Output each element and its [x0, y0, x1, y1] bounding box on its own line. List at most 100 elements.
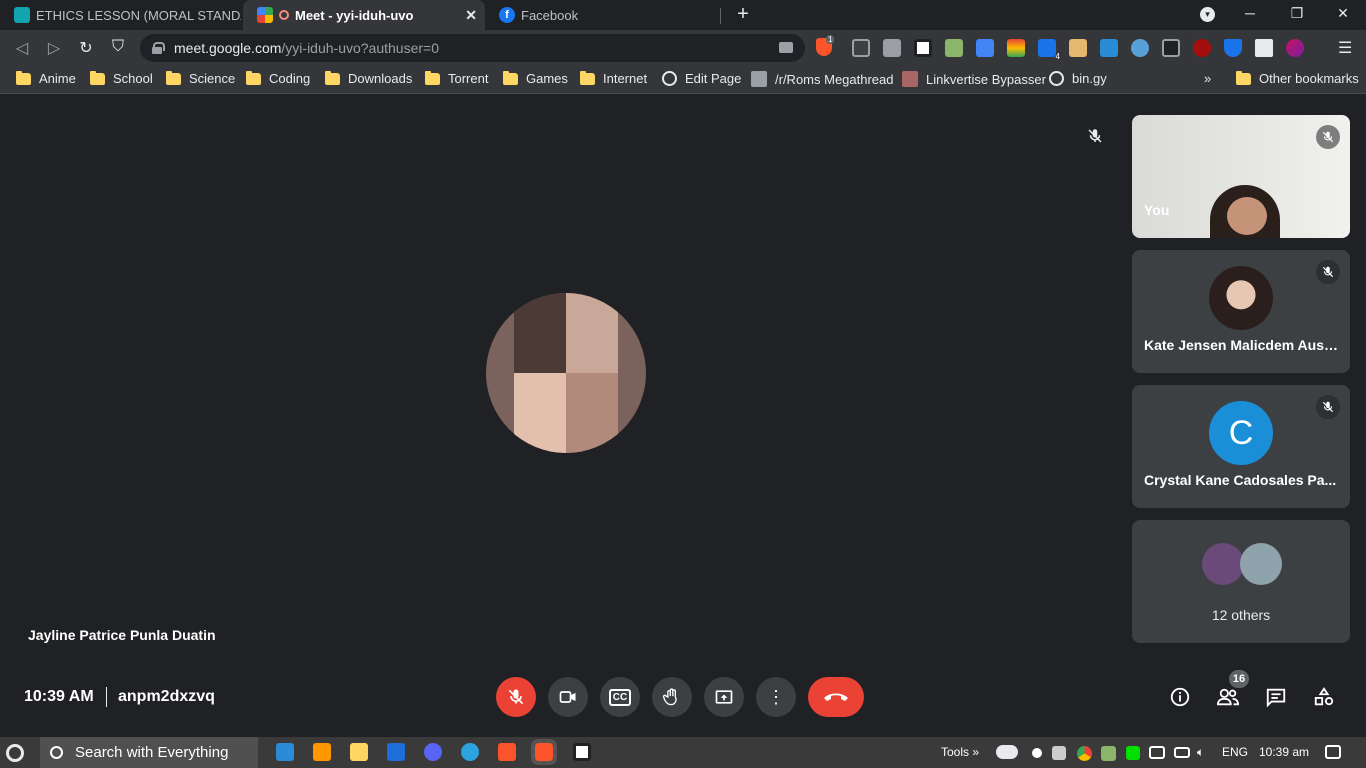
notifications-icon[interactable] [1325, 745, 1341, 759]
meeting-code: anpm2dxzvq [118, 688, 215, 705]
notion-icon[interactable] [573, 743, 591, 761]
taskbar-clock[interactable]: 10:39 am [1259, 745, 1309, 759]
extension-icon[interactable] [945, 39, 963, 57]
search-placeholder: Search with Everything [75, 744, 229, 761]
url-text: meet.google.com/yyi-iduh-uvo?authuser=0 [174, 40, 440, 56]
more-options-button[interactable]: ⋮ [756, 677, 796, 717]
bookmark-roms-megathread[interactable]: /r/Roms Megathread [751, 71, 894, 87]
folder-icon [166, 70, 181, 85]
menu-icon[interactable]: ☰ [1338, 38, 1352, 58]
avatar-photo [514, 373, 566, 453]
vscode-icon[interactable] [276, 743, 294, 761]
telegram-icon[interactable] [461, 743, 479, 761]
tab-search-icon[interactable]: ▾ [1200, 7, 1215, 22]
bookmark-bin-gy[interactable]: bin.gy [1049, 71, 1107, 86]
cloud-icon[interactable] [996, 745, 1018, 759]
screenshot-icon[interactable] [883, 39, 901, 57]
bookmark-coding[interactable]: Coding [246, 70, 310, 86]
translate-icon[interactable] [976, 39, 994, 57]
mic-off-icon [508, 689, 524, 705]
tab-title: ETHICS LESSON (MORAL STANDARD/M [36, 7, 241, 23]
language-indicator[interactable]: ENG [1222, 745, 1248, 759]
close-window-button[interactable]: ✕ [1333, 5, 1353, 22]
activities-button[interactable] [1310, 683, 1338, 711]
profile-avatar[interactable] [1286, 39, 1304, 57]
chat-button[interactable] [1262, 683, 1290, 711]
main-speaker-avatar [486, 293, 646, 453]
bookmark-science[interactable]: Science [166, 70, 235, 86]
bookmark-games[interactable]: Games [503, 70, 568, 86]
ublock-icon[interactable] [1193, 39, 1211, 57]
bookmark-torrent[interactable]: Torrent [425, 70, 488, 86]
bookmark-anime[interactable]: Anime [16, 70, 76, 86]
notion-icon[interactable] [914, 39, 932, 57]
brave-active-icon[interactable] [531, 739, 557, 765]
tray-icon[interactable] [1126, 746, 1140, 760]
tab-ethics-lesson[interactable]: ETHICS LESSON (MORAL STANDARD/M [0, 0, 243, 30]
discord-icon[interactable] [424, 743, 442, 761]
taskbar-search[interactable]: Search with Everything [40, 737, 258, 768]
minimize-button[interactable]: ─ [1240, 5, 1260, 21]
restore-button[interactable]: ❐ [1287, 5, 1307, 22]
battery-icon[interactable] [1174, 747, 1190, 758]
tab-meet[interactable]: Meet - yyi-iduh-uvo ✕ [243, 0, 485, 30]
captions-button[interactable]: CC [600, 677, 640, 717]
app-icon[interactable] [387, 743, 405, 761]
extension-icon[interactable] [1131, 39, 1149, 57]
bookmarks-overflow-button[interactable]: » [1204, 71, 1211, 86]
present-button[interactable] [704, 677, 744, 717]
participant-tile-self[interactable]: You [1132, 115, 1350, 238]
others-count: 12 others [1211, 607, 1271, 623]
new-tab-button[interactable]: + [733, 3, 753, 26]
brave-shields-icon[interactable]: 1 [816, 35, 835, 56]
camera-permission-icon[interactable] [779, 42, 793, 53]
tray-icon[interactable] [1032, 748, 1042, 758]
bookmark-school[interactable]: School [90, 70, 153, 86]
tools-toolbar[interactable]: Tools » [941, 745, 979, 759]
participant-avatar [1240, 543, 1282, 585]
address-bar[interactable]: meet.google.com/yyi-iduh-uvo?authuser=0 [140, 34, 805, 62]
bookmark-edit-page[interactable]: Edit Page [662, 71, 741, 86]
start-icon[interactable] [6, 744, 24, 762]
network-icon[interactable] [1149, 746, 1165, 759]
participant-tile-crystal[interactable]: C Crystal Kane Cadosales Pa... [1132, 385, 1350, 508]
bookmark-downloads[interactable]: Downloads [325, 70, 412, 86]
bookmark-internet[interactable]: Internet [580, 70, 647, 86]
other-bookmarks[interactable]: Other bookmarks [1236, 70, 1359, 86]
back-icon[interactable]: ◁ [12, 38, 32, 58]
reload-icon[interactable]: ↻ [76, 38, 96, 58]
bitwarden-icon[interactable]: 4 [1038, 39, 1060, 61]
participant-tile-kate[interactable]: Kate Jensen Malicdem Aust... [1132, 250, 1350, 373]
tray-icon[interactable] [1101, 746, 1116, 761]
participant-tile-others[interactable]: 12 others [1132, 520, 1350, 643]
meeting-details-button[interactable] [1166, 683, 1194, 711]
end-call-button[interactable] [808, 677, 864, 717]
pen-icon[interactable] [1052, 746, 1066, 760]
close-tab-icon[interactable]: ✕ [465, 7, 477, 24]
activities-icon [1314, 687, 1334, 706]
tab-title: Facebook [521, 7, 579, 23]
sublime-icon[interactable] [313, 743, 331, 761]
folder-icon [1236, 70, 1251, 85]
present-icon [715, 690, 733, 704]
extension-icon[interactable] [1162, 39, 1180, 57]
extension-icon[interactable] [1007, 39, 1025, 57]
raise-hand-button[interactable] [652, 677, 692, 717]
camera-toggle-button[interactable] [548, 677, 588, 717]
forward-icon[interactable]: ▷ [44, 38, 64, 58]
bookmark-icon[interactable]: ⛉ [108, 38, 128, 56]
brave-icon[interactable] [498, 743, 516, 761]
tab-facebook[interactable]: f Facebook [485, 0, 720, 30]
volume-icon[interactable]: 🔈︎ [1197, 745, 1204, 760]
chrome-icon[interactable] [1077, 746, 1092, 761]
extension-icon[interactable] [1100, 39, 1118, 57]
file-explorer-icon[interactable] [350, 743, 368, 761]
extension-icon[interactable] [1069, 39, 1087, 57]
tab-divider [720, 8, 721, 24]
participant-name: Kate Jensen Malicdem Aust... [1144, 337, 1339, 353]
extension-icon[interactable] [852, 39, 870, 57]
puzzle-icon[interactable] [1255, 39, 1273, 57]
bookmark-linkvertise-bypasser[interactable]: Linkvertise Bypasser [902, 71, 1046, 87]
shield-icon[interactable] [1224, 39, 1242, 57]
mic-toggle-button[interactable] [496, 677, 536, 717]
